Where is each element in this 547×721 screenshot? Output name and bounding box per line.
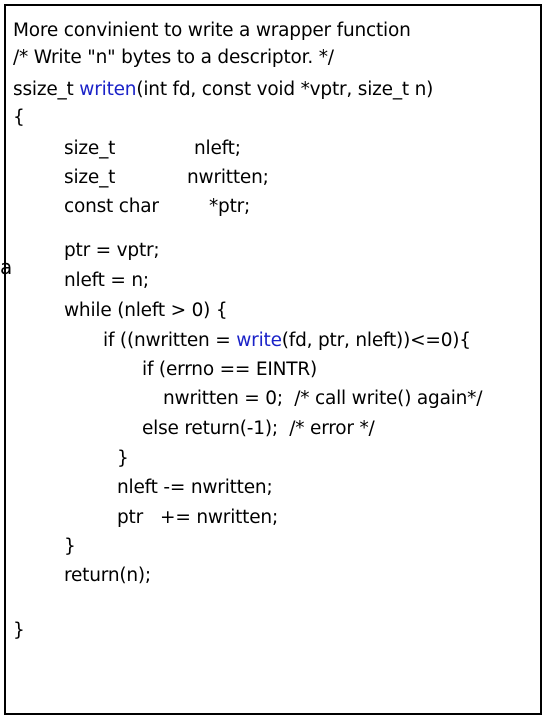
code-line-if: if ((nwritten = write(fd, ptr, nleft))<=… <box>103 330 471 352</box>
comment-line: /* Write "n" bytes to a descriptor. */ <box>13 47 334 68</box>
code-line-ptr-inc: ptr += nwritten; <box>117 507 278 528</box>
decl-name-3: *ptr; <box>209 196 251 217</box>
function-name: writen <box>79 79 137 100</box>
code-line-close-if: } <box>117 448 129 469</box>
code-line-while: while (nleft > 0) { <box>64 300 228 321</box>
code-line-nleft: nleft = n; <box>64 270 149 291</box>
decl-type-3: const char <box>64 196 159 217</box>
code-line-else: else return(-1); /* error */ <box>142 418 375 439</box>
write-call: write <box>236 330 282 351</box>
parameters: (int fd, const void *vptr, size_t n) <box>136 79 434 100</box>
decl-name-2: nwritten; <box>187 167 269 188</box>
open-brace: { <box>13 107 25 128</box>
if-suffix: (fd, ptr, nleft))<=0){ <box>281 330 471 351</box>
code-line-nwritten-zero: nwritten = 0; /* call write() again*/ <box>163 388 483 409</box>
code-line-ptr: ptr = vptr; <box>64 240 160 261</box>
return-type: ssize_t <box>13 79 80 100</box>
code-line-return: return(n); <box>64 565 151 586</box>
if-prefix: if ((nwritten = <box>103 330 237 351</box>
code-line-errno: if (errno == EINTR) <box>142 359 318 380</box>
signature-line: ssize_t writen(int fd, const void *vptr,… <box>13 79 433 101</box>
code-line-close-while: } <box>64 536 76 557</box>
stray-letter: a <box>0 255 13 279</box>
decl-name-1: nleft; <box>194 138 241 159</box>
heading-line: More convinient to write a wrapper funct… <box>13 20 411 41</box>
decl-type-2: size_t <box>64 167 116 188</box>
slide: a More convinient to write a wrapper fun… <box>0 0 547 721</box>
decl-type-1: size_t <box>64 138 116 159</box>
code-line-nleft-dec: nleft -= nwritten; <box>117 477 273 498</box>
close-brace: } <box>13 620 25 641</box>
